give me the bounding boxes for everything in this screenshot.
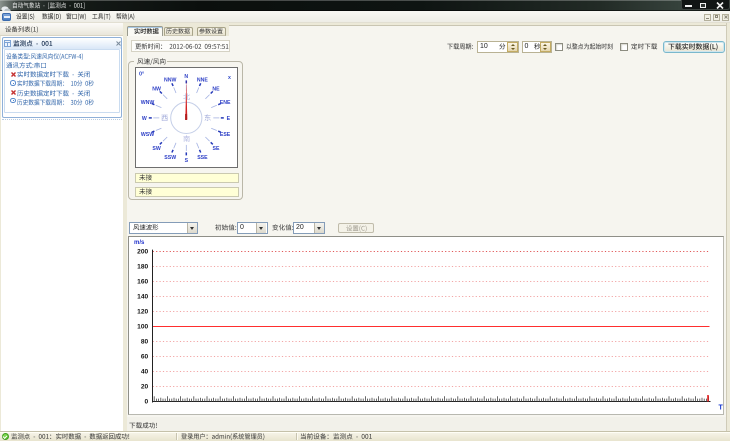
svg-text:SE: SE bbox=[213, 145, 220, 151]
svg-text:160: 160 bbox=[137, 279, 148, 286]
svg-text:SSE: SSE bbox=[197, 154, 208, 160]
svg-text:NNE: NNE bbox=[197, 77, 208, 83]
svg-text:W: W bbox=[142, 116, 147, 122]
svg-text:x: x bbox=[228, 75, 231, 81]
svg-text:N: N bbox=[184, 74, 188, 80]
svg-text:0°: 0° bbox=[139, 71, 144, 77]
svg-text:SSW: SSW bbox=[164, 154, 176, 160]
svg-text:140: 140 bbox=[137, 294, 148, 301]
svg-text:NE: NE bbox=[212, 86, 220, 92]
svg-text:NW: NW bbox=[152, 86, 161, 92]
svg-text:WSW: WSW bbox=[141, 132, 154, 138]
svg-text:SW: SW bbox=[152, 145, 160, 151]
svg-text:NNW: NNW bbox=[164, 77, 176, 83]
svg-text:ENE: ENE bbox=[220, 100, 231, 106]
svg-text:T: T bbox=[719, 405, 724, 412]
svg-text:0: 0 bbox=[145, 399, 149, 406]
svg-text:S: S bbox=[185, 158, 189, 164]
svg-text:60: 60 bbox=[141, 354, 149, 361]
svg-text:120: 120 bbox=[137, 309, 148, 316]
svg-text:WNW: WNW bbox=[141, 100, 155, 106]
svg-text:180: 180 bbox=[137, 264, 148, 271]
svg-text:20: 20 bbox=[141, 384, 149, 391]
svg-text:100: 100 bbox=[137, 324, 148, 331]
svg-text:80: 80 bbox=[141, 339, 149, 346]
svg-text:E: E bbox=[227, 116, 231, 122]
svg-text:m/s: m/s bbox=[134, 240, 145, 246]
svg-text:40: 40 bbox=[141, 369, 149, 376]
svg-text:200: 200 bbox=[137, 249, 148, 256]
svg-text:ESE: ESE bbox=[220, 132, 231, 138]
